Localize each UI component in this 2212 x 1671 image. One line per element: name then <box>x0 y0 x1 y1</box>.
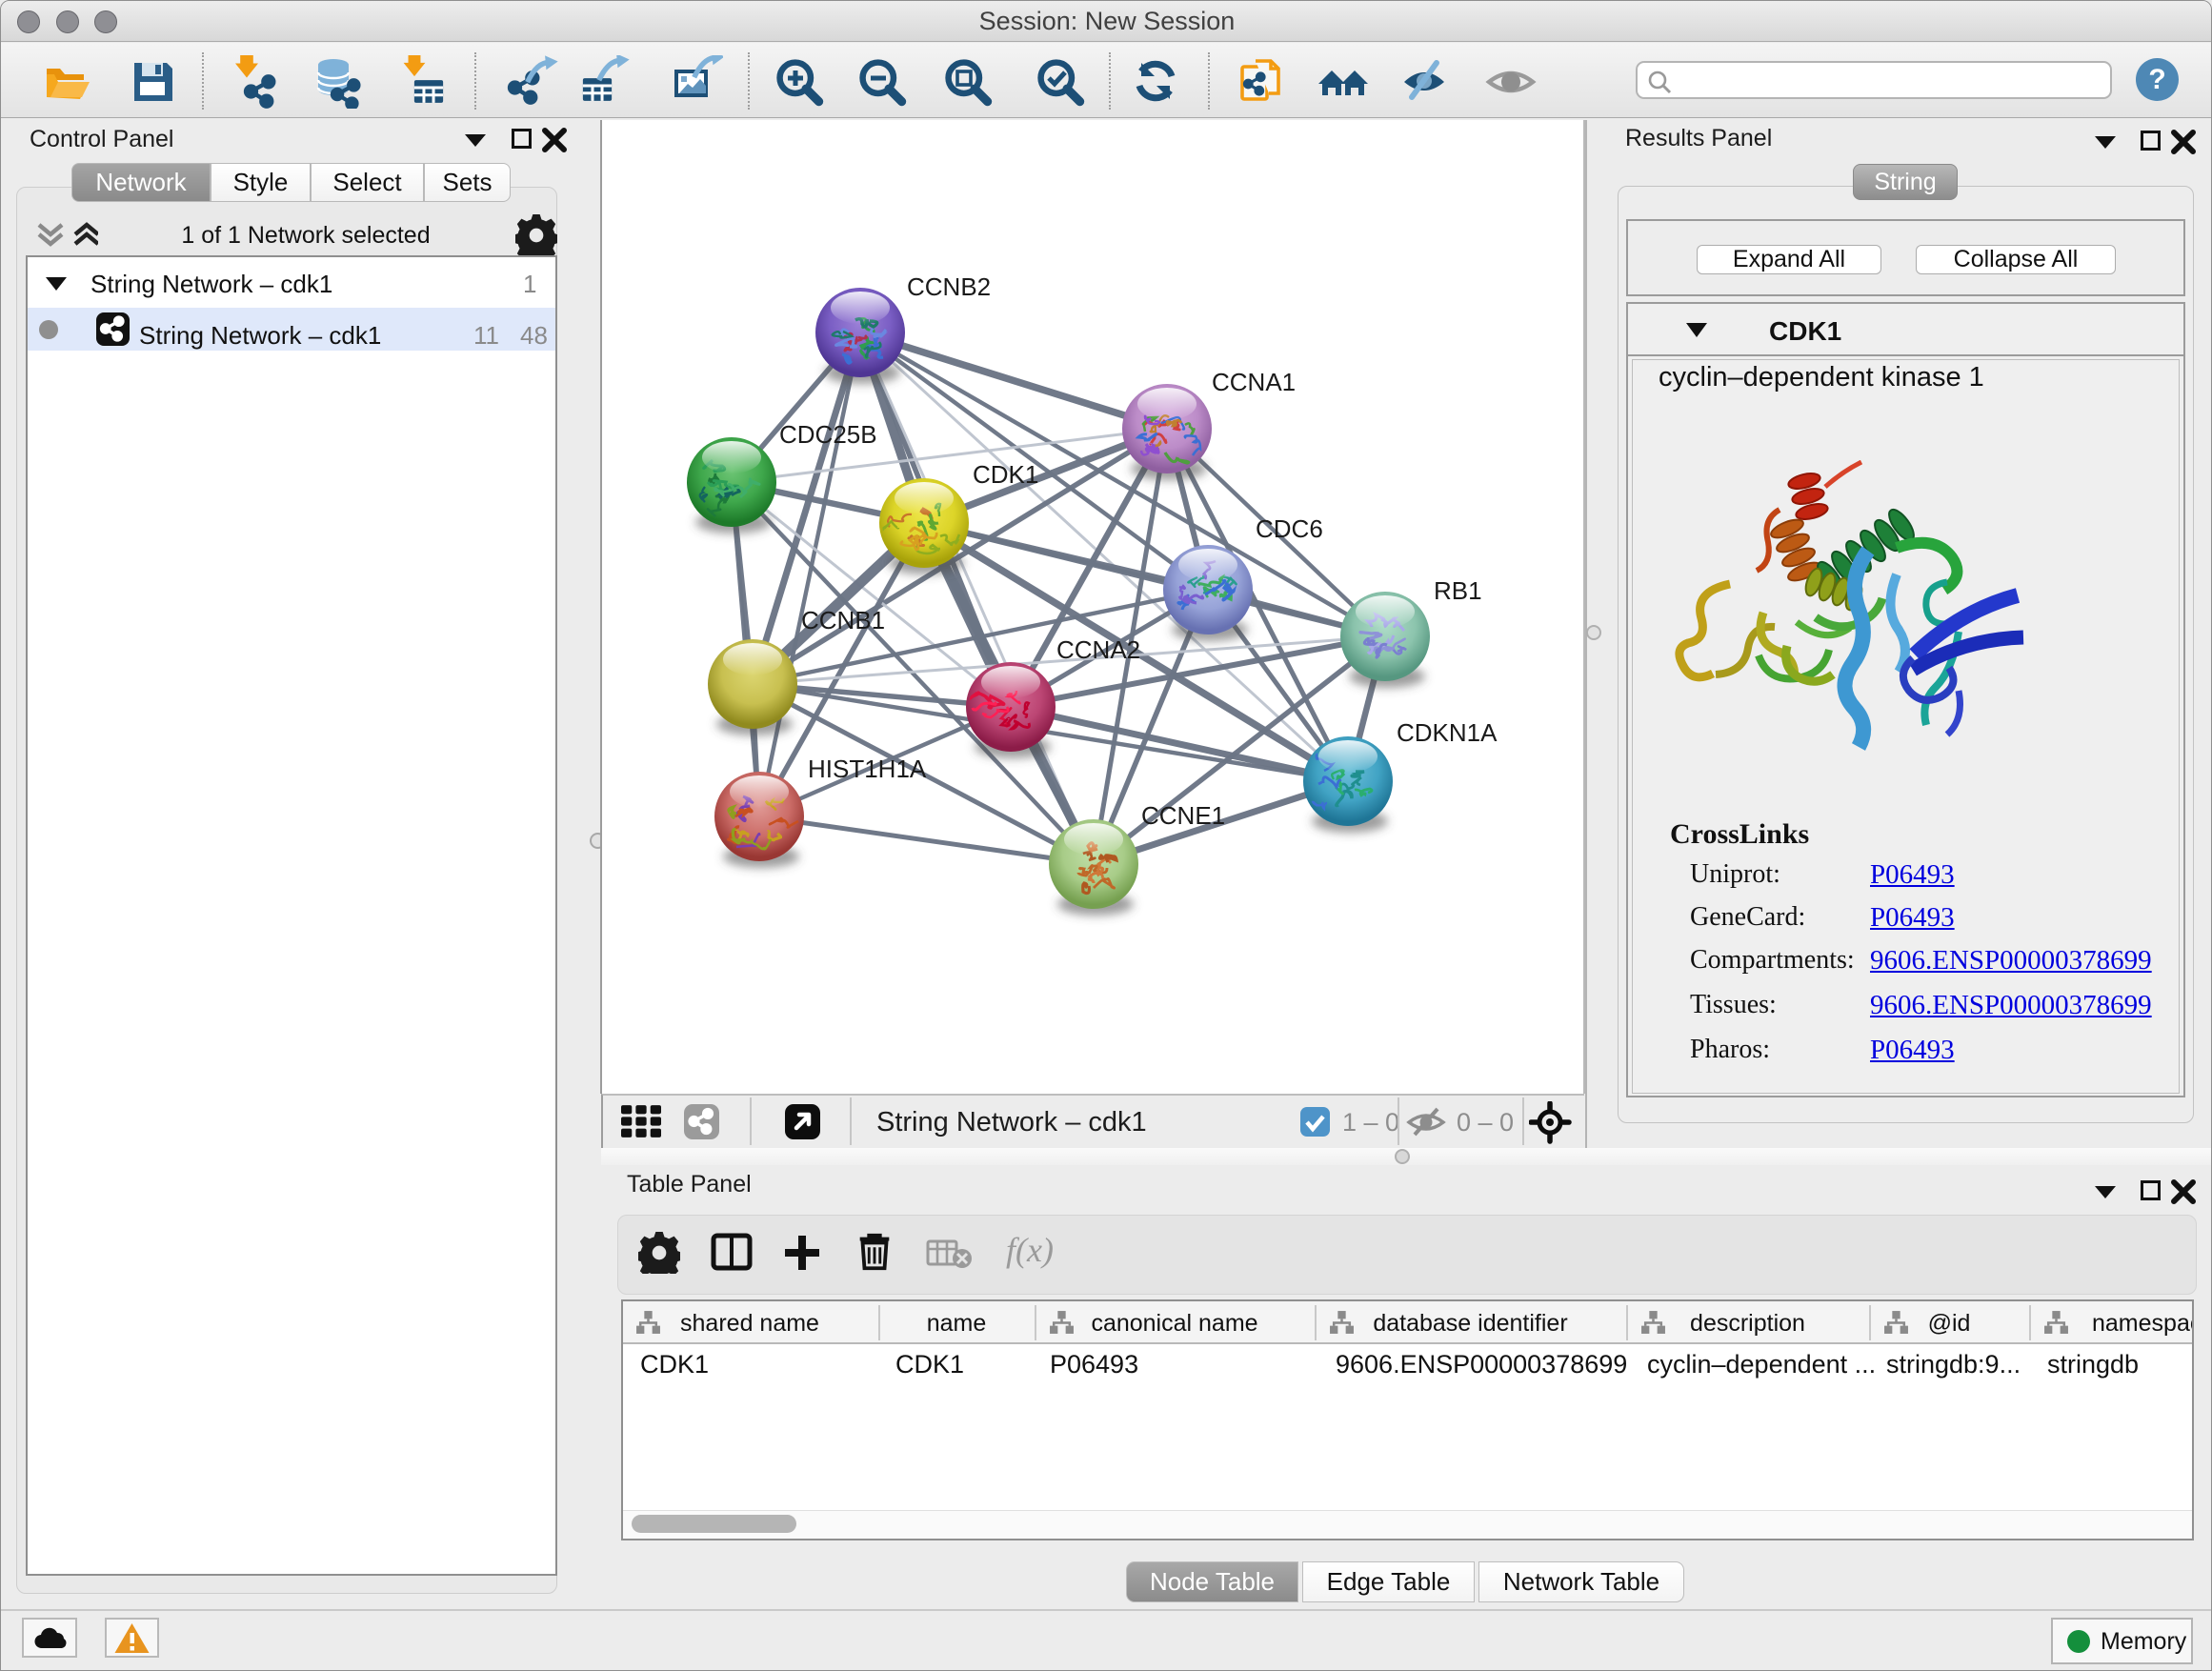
svg-text:CDC6: CDC6 <box>1256 514 1323 543</box>
svg-text:RB1: RB1 <box>1434 576 1482 605</box>
svg-text:CCNB1: CCNB1 <box>801 606 885 634</box>
svg-text:CDC25B: CDC25B <box>779 420 877 449</box>
svg-text:CCNA1: CCNA1 <box>1212 368 1296 396</box>
svg-text:CCNB2: CCNB2 <box>907 272 991 301</box>
svg-text:HIST1H1A: HIST1H1A <box>808 755 927 783</box>
svg-text:CDK1: CDK1 <box>973 460 1038 489</box>
svg-text:CDKN1A: CDKN1A <box>1397 718 1498 747</box>
svg-text:CCNE1: CCNE1 <box>1141 801 1225 830</box>
svg-text:CCNA2: CCNA2 <box>1056 635 1140 664</box>
